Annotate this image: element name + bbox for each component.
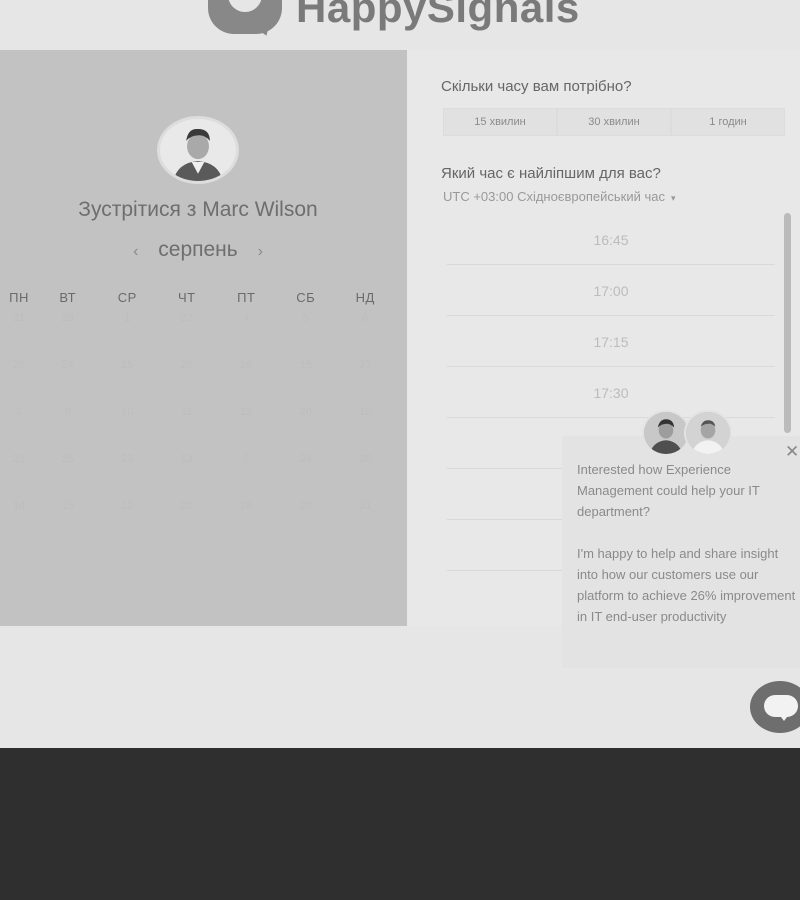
calendar-week: 14 15 12 20 28 29 31 xyxy=(0,500,407,547)
calendar-day[interactable]: 28 xyxy=(38,312,98,359)
calendar-day[interactable]: 3 xyxy=(0,406,38,453)
meeting-title: Зустрітися з Marc Wilson xyxy=(78,198,318,221)
duration-option-60[interactable]: 1 годин xyxy=(671,108,785,136)
calendar-day[interactable]: 24 xyxy=(276,453,336,500)
chat-agents-avatars xyxy=(642,410,734,456)
chat-message-line: Interested how Experience Management cou… xyxy=(577,462,760,519)
calendar-day[interactable]: 1 xyxy=(98,312,158,359)
calendar-day[interactable]: 11 xyxy=(157,406,217,453)
month-label: серпень xyxy=(158,238,238,261)
chevron-down-icon: ▾ xyxy=(670,193,676,203)
weekday-label: НД xyxy=(355,290,375,305)
calendar-day[interactable]: 29 xyxy=(276,500,336,547)
chat-bubble-icon[interactable] xyxy=(750,681,800,733)
calendar-week: 31 28 1 27 4 5 6 xyxy=(0,312,407,359)
time-slot[interactable]: 17:15 xyxy=(447,316,775,367)
brand-logo: HappySignals xyxy=(0,0,800,50)
calendar-day[interactable]: 28 xyxy=(217,500,277,547)
scheduler-panel: Зустрітися з Marc Wilson ‹ серпень › ПН … xyxy=(0,50,407,626)
duration-question: Скільки часу вам потрібно? xyxy=(441,78,632,95)
weekday-label: ПН xyxy=(9,290,29,305)
calendar-day[interactable]: 26 xyxy=(157,359,217,406)
timezone-dropdown[interactable]: UTC +03:00 Східноєвропейський час ▾ xyxy=(443,189,676,204)
calendar-day[interactable]: 15 xyxy=(276,359,336,406)
calendar-week: 3 8 10 11 12 20 15 xyxy=(0,406,407,453)
weekday-label: ПТ xyxy=(237,290,256,305)
calendar-day[interactable]: 20 xyxy=(157,500,217,547)
next-month-icon[interactable]: › xyxy=(258,243,263,260)
avatar xyxy=(157,116,239,184)
duration-selector: 15 хвилин 30 хвилин 1 годин xyxy=(443,108,785,136)
prev-month-icon[interactable]: ‹ xyxy=(133,243,138,260)
calendar-day[interactable]: 7 xyxy=(217,453,277,500)
calendar-day[interactable]: 15 xyxy=(38,500,98,547)
brand-name: HappySignals xyxy=(296,0,580,31)
agent-avatar-icon xyxy=(642,410,690,456)
calendar-day[interactable]: 31 xyxy=(336,500,396,547)
calendar-day[interactable]: 12 xyxy=(98,500,158,547)
calendar-week: 26 24 25 26 26 15 27 xyxy=(0,359,407,406)
calendar-day[interactable]: 26 xyxy=(336,453,396,500)
speech-bubble-logo-icon xyxy=(208,0,282,34)
agent-avatar-icon xyxy=(684,410,732,456)
calendar-day[interactable]: 14 xyxy=(0,500,38,547)
weekday-header: ПН ВТ СР ЧТ ПТ СБ НД xyxy=(0,290,407,305)
calendar-day[interactable]: 21 xyxy=(0,453,38,500)
host-avatar-icon xyxy=(160,119,236,181)
calendar-day[interactable]: 31 xyxy=(0,312,38,359)
calendar-day[interactable]: 8 xyxy=(38,406,98,453)
calendar-day[interactable]: 26 xyxy=(0,359,38,406)
calendar-day[interactable]: 27 xyxy=(157,312,217,359)
duration-option-15[interactable]: 15 хвилин xyxy=(443,108,557,136)
timezone-label: UTC +03:00 Східноєвропейський час xyxy=(443,189,665,204)
calendar-day[interactable]: 25 xyxy=(98,359,158,406)
duration-option-30[interactable]: 30 хвилин xyxy=(557,108,671,136)
calendar-day[interactable]: 6 xyxy=(336,312,396,359)
calendar-day[interactable]: 12 xyxy=(217,406,277,453)
calendar-day[interactable]: 20 xyxy=(276,406,336,453)
weekday-label: СБ xyxy=(296,290,316,305)
time-slot[interactable]: 16:45 xyxy=(447,214,775,265)
calendar-day[interactable]: 27 xyxy=(336,359,396,406)
time-slot[interactable]: 17:00 xyxy=(447,265,775,316)
month-navigation: ‹ серпень › xyxy=(0,238,396,262)
chat-message-line: I'm happy to help and share insight into… xyxy=(577,546,796,624)
chat-popup-message: Interested how Experience Management cou… xyxy=(577,459,797,648)
calendar-day[interactable]: 23 xyxy=(98,453,158,500)
calendar-day[interactable]: 24 xyxy=(38,359,98,406)
calendar-day[interactable]: 13 xyxy=(157,453,217,500)
time-list-scrollbar[interactable] xyxy=(784,213,791,433)
weekday-label: ВТ xyxy=(59,290,77,305)
calendar-day[interactable]: 25 xyxy=(38,453,98,500)
calendar-day[interactable]: 15 xyxy=(336,406,396,453)
calendar-day[interactable]: 4 xyxy=(217,312,277,359)
time-question: Який час є найліпшим для вас? xyxy=(441,165,661,182)
weekday-label: ЧТ xyxy=(177,290,196,305)
footer-bar xyxy=(0,748,800,900)
calendar-grid: 31 28 1 27 4 5 6 26 24 25 26 26 15 27 3 … xyxy=(0,312,407,547)
weekday-label: СР xyxy=(117,290,137,305)
calendar-day[interactable]: 10 xyxy=(98,406,158,453)
calendar-day[interactable]: 5 xyxy=(276,312,336,359)
calendar-day[interactable]: 26 xyxy=(217,359,277,406)
calendar-week: 21 25 23 13 7 24 26 xyxy=(0,453,407,500)
